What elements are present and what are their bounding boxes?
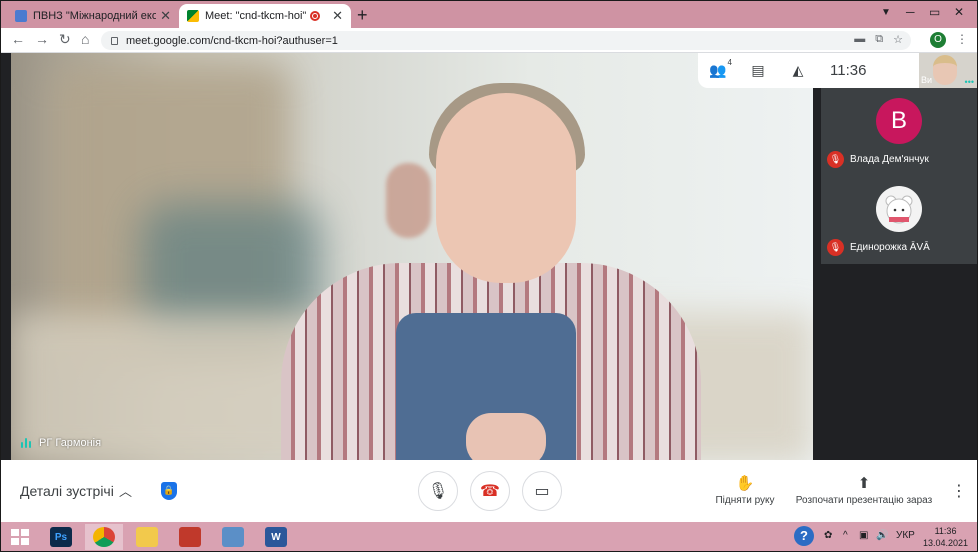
chrome-icon [93, 527, 115, 547]
camera-icon: ▭ [534, 483, 550, 500]
present-now-button[interactable]: ⬆ Розпочати презентацію зараз [795, 474, 933, 506]
tab-meet[interactable]: Meet: "cnd-tkcm-hoi" ✕ [179, 4, 351, 28]
mic-off-icon: 🎙 [827, 239, 844, 256]
recording-icon [310, 11, 321, 21]
bookmark-star-icon[interactable]: ☆ [893, 33, 903, 46]
audio-level-icon [21, 438, 31, 448]
tab-search-icon[interactable]: ▼ [881, 7, 891, 18]
participant-tile[interactable]: 🎙 Единорожка ĀVĀ [821, 176, 977, 264]
chevron-up-icon[interactable]: ︿ [119, 481, 132, 500]
meeting-controls-pill: 👥 4 ▤ ◭ 11:36 [698, 53, 920, 88]
help-icon[interactable]: ? [794, 526, 814, 546]
mic-off-icon: 🎙 [827, 151, 844, 168]
system-clock[interactable]: 11:36 13.04.2021 [923, 525, 968, 549]
present-icon: ⬆ [857, 475, 871, 492]
browser-menu-icon[interactable]: ⋮ [956, 32, 968, 46]
participant-count: 4 [727, 58, 732, 67]
tray-icon[interactable]: ✿ [824, 530, 832, 541]
host-controls-shield-icon[interactable]: 🔒 [161, 482, 177, 500]
self-view-tile[interactable]: Ви ••• [919, 53, 977, 88]
more-options-icon[interactable]: ⋮ [951, 481, 967, 501]
screen: ПВНЗ "Міжнародний економік ✕ Meet: "cnd-… [0, 0, 978, 552]
leave-call-button[interactable]: ☎ [470, 471, 510, 511]
camera-button[interactable]: ▭ [522, 471, 562, 511]
microphone-button[interactable]: 🎙 [418, 471, 458, 511]
self-label: Ви [921, 75, 933, 85]
windows-start-icon[interactable] [11, 529, 29, 545]
speaker-hand [466, 413, 546, 460]
speaker-name: РГ Гармонія [39, 437, 102, 449]
maximize-icon[interactable]: ▭ [929, 5, 940, 19]
volume-icon[interactable]: 🔊 [876, 530, 888, 541]
presentation-app-icon [179, 527, 201, 547]
new-tab-icon[interactable]: + [357, 5, 368, 26]
forward-icon[interactable]: → [35, 31, 49, 47]
avatar: B [876, 98, 922, 144]
avatar-initial: B [890, 107, 907, 134]
chat-icon[interactable]: ▤ [738, 62, 778, 79]
taskbar-chrome[interactable] [85, 524, 123, 550]
calendar-favicon-icon [15, 10, 27, 22]
taskbar-app[interactable] [214, 524, 252, 550]
tray-app-icon[interactable]: ▣ [859, 530, 868, 541]
microphone-icon: 🎙 [427, 483, 449, 500]
raise-hand-button[interactable]: ✋ Підняти руку [713, 474, 777, 506]
windows-taskbar: Ps W ? ✿ ^ ▣ 🔊 УКР 11:36 13.04.2021 [1, 522, 977, 551]
activities-icon[interactable]: ◭ [778, 62, 818, 79]
meeting-clock: 11:36 [830, 62, 867, 79]
participant-tile[interactable]: B 🎙 Влада Дем'янчук [821, 88, 977, 176]
close-tab-icon[interactable]: ✕ [332, 8, 343, 24]
close-window-icon[interactable]: ✕ [954, 5, 964, 19]
hang-up-icon: ☎ [480, 483, 500, 500]
minimize-icon[interactable]: ─ [906, 5, 915, 19]
tab-university[interactable]: ПВНЗ "Міжнародний економік ✕ [7, 4, 179, 28]
taskbar-photoshop[interactable]: Ps [42, 524, 80, 550]
participant-name: Единорожка ĀVĀ [850, 242, 930, 253]
speaker-face [436, 93, 576, 283]
word-icon: W [265, 527, 287, 547]
taskbar-word[interactable]: W [257, 524, 295, 550]
input-language[interactable]: УКР [896, 530, 915, 541]
translate-icon[interactable]: ⧉ [875, 33, 883, 46]
clock-time: 11:36 [934, 526, 957, 536]
self-face [933, 55, 957, 85]
url-text: meet.google.com/cnd-tkcm-hoi?authuser=1 [126, 34, 338, 47]
home-icon[interactable]: ⌂ [81, 31, 89, 47]
tab-strip: ПВНЗ "Міжнародний економік ✕ Meet: "cnd-… [1, 1, 977, 28]
image-viewer-icon [222, 527, 244, 547]
participant-name: Влада Дем'янчук [850, 154, 929, 165]
taskbar-app[interactable] [171, 524, 209, 550]
meet-bottom-bar: Деталі зустрічі ︿ 🔒 🎙 ☎ ▭ ✋ Підняти руку… [1, 460, 977, 522]
browser-toolbar: ← → ↻ ⌂ meet.google.com/cnd-tkcm-hoi?aut… [1, 28, 977, 53]
hand-icon: ✋ [735, 475, 755, 492]
bear-avatar-icon [876, 186, 922, 232]
folder-icon [136, 527, 158, 547]
meeting-details-button[interactable]: Деталі зустрічі [20, 483, 114, 499]
speaker-label: РГ Гармонія [21, 437, 101, 449]
meet-stage: РГ Гармонія 👥 4 ▤ ◭ 11:36 Ви ••• B 🎙 Влад… [1, 53, 977, 460]
present-label: Розпочати презентацію зараз [795, 495, 933, 506]
photoshop-icon: Ps [50, 527, 72, 547]
self-audio-icon: ••• [964, 77, 974, 87]
address-bar[interactable]: meet.google.com/cnd-tkcm-hoi?authuser=1 … [101, 31, 911, 50]
meet-favicon-icon [187, 10, 199, 22]
tab-title: ПВНЗ "Міжнародний економік [33, 10, 156, 22]
clock-date: 13.04.2021 [923, 538, 969, 548]
background-figure [386, 163, 431, 238]
people-icon[interactable]: 👥 4 [698, 58, 738, 79]
reload-icon[interactable]: ↻ [59, 31, 71, 48]
show-hidden-icons-icon[interactable]: ^ [843, 530, 848, 541]
profile-avatar[interactable]: O [930, 32, 946, 48]
raise-hand-label: Підняти руку [715, 495, 775, 506]
camera-indicator-icon[interactable]: ▬ [854, 33, 865, 46]
tab-title: Meet: "cnd-tkcm-hoi" [205, 10, 307, 22]
close-tab-icon[interactable]: ✕ [160, 8, 171, 24]
taskbar-explorer[interactable] [128, 524, 166, 550]
lock-icon [111, 36, 118, 45]
main-video-feed[interactable]: РГ Гармонія [11, 53, 813, 460]
back-icon[interactable]: ← [11, 31, 25, 47]
